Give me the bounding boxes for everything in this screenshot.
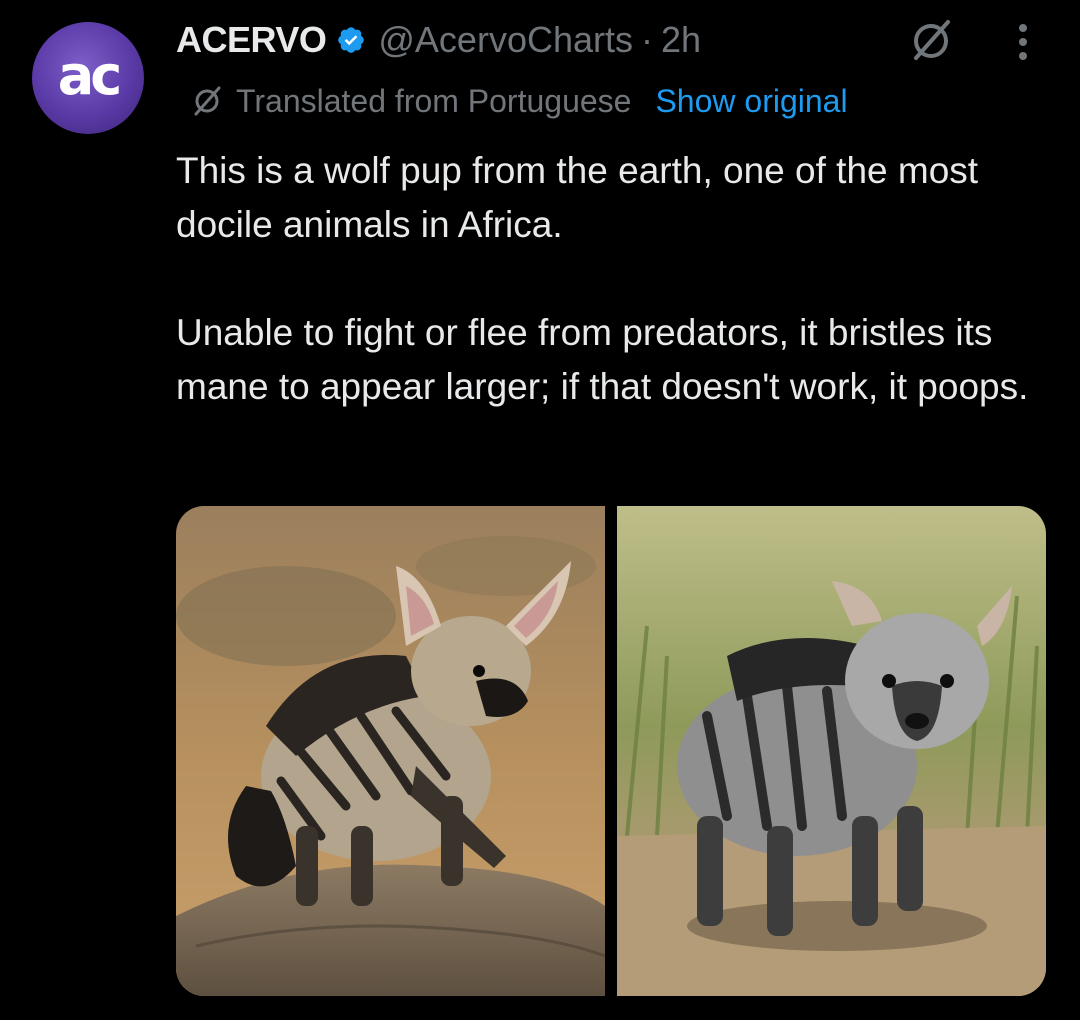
photo-aardwolf-on-sand[interactable]: [617, 506, 1046, 996]
author-handle[interactable]: @AcervoCharts: [378, 19, 633, 61]
separator-dot: ·: [641, 19, 653, 60]
aardwolf-photo-1: [176, 506, 605, 996]
tweet-text: This is a wolf pup from the earth, one o…: [176, 144, 1046, 414]
tweet-paragraph: Unable to fight or flee from predators, …: [176, 312, 1029, 407]
avatar-text: ac: [57, 43, 122, 107]
translated-label: Translated from Portuguese: [236, 82, 632, 119]
media-grid: [176, 506, 1046, 996]
more-vertical-icon[interactable]: [1010, 22, 1036, 64]
photo-aardwolf-on-rock[interactable]: [176, 506, 605, 996]
show-original-link[interactable]: Show original: [655, 83, 847, 120]
tweet-paragraph: This is a wolf pup from the earth, one o…: [176, 150, 979, 245]
verified-badge-icon[interactable]: [336, 25, 366, 55]
avatar[interactable]: ac: [32, 22, 144, 134]
grok-icon[interactable]: [906, 16, 956, 66]
tweet-header: ACERVO @AcervoCharts · 2h: [176, 14, 701, 66]
translate-icon: [190, 84, 224, 118]
timestamp[interactable]: 2h: [661, 19, 701, 61]
author-name[interactable]: ACERVO: [176, 19, 327, 61]
translation-row: Translated from Portuguese Show original: [190, 78, 848, 124]
aardwolf-photo-2: [617, 506, 1046, 996]
